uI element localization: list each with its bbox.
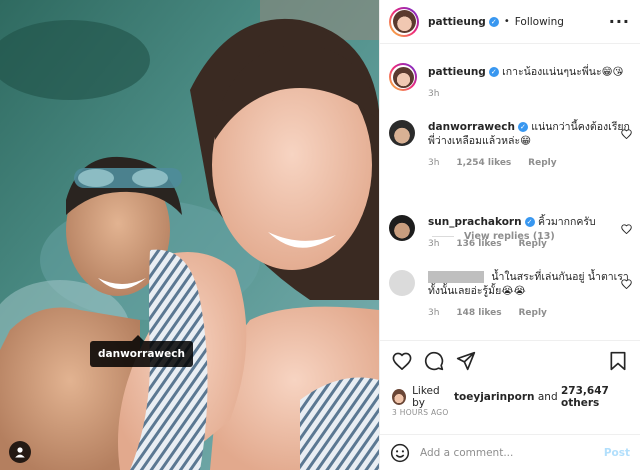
comment-item: sun_prachakorn ✓ คิ้วมากกครับ 3h 136 like… — [389, 215, 632, 251]
comment-bubble-icon — [424, 351, 444, 371]
like-comment-heart-icon[interactable] — [621, 129, 632, 139]
bookmark-icon — [610, 351, 626, 371]
comment-button[interactable] — [422, 349, 446, 373]
comment-username[interactable]: sun_prachakorn — [428, 216, 522, 228]
comment-avatar-placeholder[interactable] — [389, 270, 415, 296]
post-photo[interactable]: danworrawech — [0, 0, 379, 470]
comment-age[interactable]: 3h — [428, 158, 439, 168]
share-button[interactable] — [454, 349, 478, 373]
emoji-icon[interactable] — [390, 443, 410, 463]
like-comment-heart-icon[interactable] — [621, 279, 632, 289]
comment-age[interactable]: 3h — [428, 239, 439, 249]
verified-badge-icon: ✓ — [488, 16, 499, 27]
comment-likes[interactable]: 148 likes — [456, 308, 501, 318]
caption-age[interactable]: 3h — [428, 89, 439, 99]
reply-button[interactable]: Reply — [528, 158, 556, 168]
action-icons — [390, 349, 630, 373]
verified-badge-icon: ✓ — [517, 122, 528, 132]
caption-avatar[interactable] — [389, 63, 417, 91]
likes-prefix: Liked by — [412, 385, 440, 409]
comment-item: น้ำในสระที่เล่นกันอยู่ น้ำตาเราทั้งนั้นเ… — [389, 270, 632, 320]
like-comment-heart-icon[interactable] — [621, 224, 632, 234]
heart-icon — [392, 352, 412, 370]
post-comment-button[interactable]: Post — [604, 447, 630, 459]
more-options-icon[interactable]: ··· — [609, 13, 630, 29]
follow-status-button[interactable]: Following — [515, 16, 564, 28]
caption-username[interactable]: pattieung — [428, 66, 486, 78]
caption: pattieung ✓ เกาะน้องแน่นๆนะพี่นะ😁😘 3h — [389, 63, 632, 101]
verified-badge-icon: ✓ — [488, 67, 499, 77]
comment-text: คิ้วมากกครับ — [537, 216, 596, 228]
comment-input[interactable] — [420, 447, 604, 459]
post-actions: Liked by toeyjarinporn and 273,647 other… — [380, 340, 640, 470]
liker-username[interactable]: toeyjarinporn — [454, 391, 535, 403]
person-icon — [15, 447, 25, 458]
post-modal: danworrawech pattieung ✓ • Following ··· — [0, 0, 640, 470]
save-button[interactable] — [606, 349, 630, 373]
separator-dot: • — [503, 16, 510, 27]
photo-image — [0, 0, 379, 470]
caption-text: เกาะน้องแน่นๆนะพี่นะ😁😘 — [502, 66, 624, 78]
comment-avatar[interactable] — [389, 120, 415, 146]
liker-avatar[interactable] — [392, 389, 407, 405]
owner-avatar[interactable] — [389, 6, 419, 37]
comment-likes[interactable]: 1,254 likes — [456, 158, 511, 168]
photo-user-tag[interactable]: danworrawech — [90, 335, 193, 367]
comments-list[interactable]: pattieung ✓ เกาะน้องแน่นๆนะพี่นะ😁😘 3h dan… — [380, 45, 640, 340]
likes-others-link[interactable]: 273,647 others — [561, 385, 640, 409]
post-header: pattieung ✓ • Following ··· — [380, 0, 640, 44]
comment-username[interactable]: danworrawech — [428, 121, 515, 133]
verified-badge-icon: ✓ — [524, 217, 535, 227]
comment-avatar[interactable] — [389, 215, 415, 241]
reply-button[interactable]: Reply — [518, 308, 546, 318]
likes-and: and — [537, 391, 558, 403]
likes-summary: Liked by toeyjarinporn and 273,647 other… — [392, 385, 640, 409]
comment-likes[interactable]: 136 likes — [456, 239, 501, 249]
add-comment-bar: Post — [380, 434, 640, 470]
post-side-panel: pattieung ✓ • Following ··· pattieung ✓ เ… — [379, 0, 640, 470]
owner-username[interactable]: pattieung — [428, 16, 486, 28]
post-timestamp[interactable]: 3 HOURS AGO — [392, 408, 449, 417]
reply-button[interactable]: Reply — [518, 239, 546, 249]
comment-item: danworrawech ✓ แน่นกว่านี้คงต้องเรียกพี่ว… — [389, 120, 632, 170]
redacted-username — [428, 271, 484, 283]
tagged-users-button[interactable] — [9, 441, 31, 463]
comment-age[interactable]: 3h — [428, 308, 439, 318]
like-button[interactable] — [390, 349, 414, 373]
send-plane-icon — [456, 351, 476, 371]
